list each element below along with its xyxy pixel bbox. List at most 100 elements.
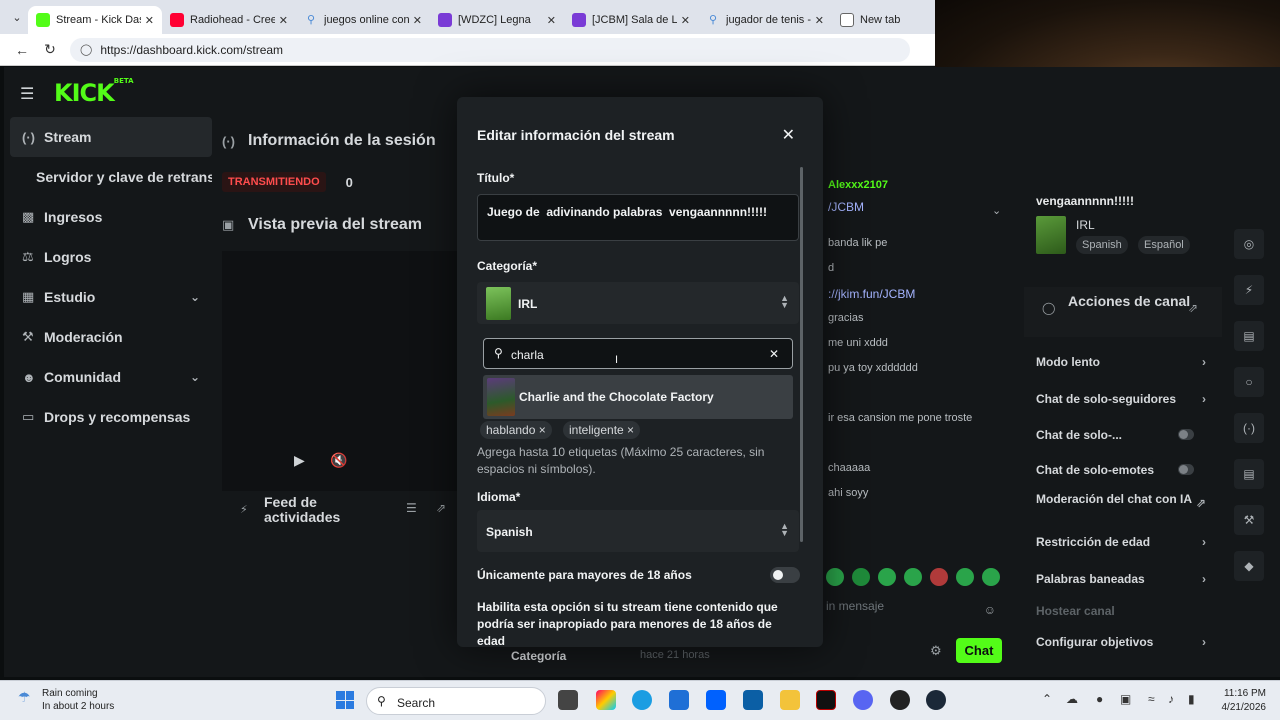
shapes-icon[interactable]: ◆ <box>1234 551 1264 581</box>
store-icon[interactable] <box>669 690 689 710</box>
copilot-icon[interactable] <box>596 690 616 710</box>
kick-app-icon[interactable] <box>816 690 836 710</box>
chat-input[interactable]: in mensaje ☺ <box>822 599 1002 621</box>
tag-chip[interactable]: inteligente × <box>563 421 641 439</box>
action-banned-words[interactable]: Palabras baneadas › <box>1036 572 1206 586</box>
volume-icon[interactable]: ♪ <box>1168 692 1174 706</box>
category-select[interactable]: IRL ▲ ▼ <box>477 282 799 324</box>
action-emotes-only[interactable]: Chat de solo-emotes <box>1036 463 1206 477</box>
action-set-goals[interactable]: Configurar objetivos › <box>1036 635 1206 649</box>
windows-start-icon[interactable] <box>336 691 354 709</box>
emote-icon[interactable] <box>852 568 870 586</box>
sidebar-item-achievements[interactable]: ⚖ Logros <box>10 237 212 277</box>
tab-close-icon[interactable]: ✕ <box>279 14 288 27</box>
category-search-input[interactable]: ⚲ charla ✕ <box>483 338 793 369</box>
url-field[interactable]: ◯ https://dashboard.kick.com/stream <box>70 37 910 62</box>
sidebar-item-drops[interactable]: ▭ Drops y recompensas <box>10 397 212 437</box>
close-icon[interactable]: ✕ <box>782 125 795 145</box>
sidebar-item-community[interactable]: ☻ Comunidad ⌄ <box>10 357 212 397</box>
emote-icon[interactable] <box>904 568 922 586</box>
gear-icon[interactable]: ⚙ <box>930 643 942 659</box>
clear-search-icon[interactable]: ✕ <box>769 347 779 361</box>
toggle-switch[interactable] <box>1178 429 1194 440</box>
file-explorer-icon[interactable] <box>780 690 800 710</box>
action-ai-moderation[interactable]: Moderación del chat con IA ⇗ <box>1036 493 1206 509</box>
tab-close-icon[interactable]: ✕ <box>547 14 556 27</box>
browser-tab[interactable]: [JCBM] Sala de Leg ✕ <box>564 6 698 34</box>
wifi-icon[interactable]: ≈ <box>1148 692 1155 706</box>
tab-close-icon[interactable]: ✕ <box>413 14 422 27</box>
category-search-result[interactable]: Charlie and the Chocolate Factory <box>483 375 793 419</box>
popout-icon[interactable]: ⇗ <box>436 501 446 515</box>
wrench-icon[interactable]: ⚒ <box>1234 505 1264 535</box>
clipboard-icon[interactable]: ▤ <box>1234 321 1264 351</box>
modal-scrollbar[interactable] <box>800 167 803 542</box>
reload-icon[interactable]: ↻ <box>36 41 64 58</box>
tab-close-icon[interactable]: ✕ <box>815 14 824 27</box>
filter-icon[interactable]: ☰ <box>406 501 417 515</box>
tray-app-icon[interactable]: ▣ <box>1120 692 1131 706</box>
edge-icon[interactable] <box>632 690 652 710</box>
tab-list-chevron-icon[interactable]: ⌄ <box>6 11 28 24</box>
signal-icon[interactable]: (·) <box>1234 413 1264 443</box>
sidebar-item-income[interactable]: ▩ Ingresos <box>10 197 212 237</box>
kick-logo[interactable]: KICKBETA <box>54 77 134 107</box>
title-textarea[interactable]: Juego de adivinando palabras vengaannnnn… <box>477 194 799 241</box>
action-slow-mode[interactable]: Modo lento › <box>1036 355 1206 369</box>
external-link-icon: ⇗ <box>1195 496 1206 510</box>
battery-icon[interactable]: ▮ <box>1188 692 1195 706</box>
activity-icon: ⚡ <box>240 504 248 516</box>
sidebar-item-server-key[interactable]: Servidor y clave de retransm <box>10 157 212 197</box>
menu-icon[interactable]: ☰ <box>20 84 40 104</box>
mute-icon[interactable]: 🔇 <box>330 452 347 469</box>
browser-tab[interactable]: New tab <box>832 6 922 34</box>
browser-tab[interactable]: [WDZC] Legna ✕ <box>430 6 564 34</box>
task-view-icon[interactable] <box>558 690 578 710</box>
browser-tab[interactable]: Radiohead - Creep ✕ <box>162 6 296 34</box>
chat-bubble-icon[interactable]: ○ <box>1234 367 1264 397</box>
emote-icon[interactable] <box>826 568 844 586</box>
tag-chip[interactable]: hablando × <box>480 421 552 439</box>
emote-icon[interactable] <box>930 568 948 586</box>
sidebar-item-studio[interactable]: ▦ Estudio ⌄ <box>10 277 212 317</box>
popout-icon[interactable]: ⇗ <box>1188 301 1198 315</box>
emote-icon[interactable] <box>878 568 896 586</box>
lightning-icon[interactable]: ⚡ <box>1234 275 1264 305</box>
tab-close-icon[interactable]: ✕ <box>681 14 690 27</box>
emote-icon[interactable] <box>982 568 1000 586</box>
chat-send-button[interactable]: Chat <box>956 638 1002 663</box>
app-icon[interactable] <box>743 690 763 710</box>
microphone-icon[interactable]: ● <box>1096 692 1103 706</box>
play-icon[interactable]: ▶ <box>294 452 305 469</box>
dropbox-icon[interactable] <box>706 690 726 710</box>
sidebar-item-stream[interactable]: (·) Stream <box>10 117 212 157</box>
back-arrow-icon[interactable]: ← <box>8 42 36 58</box>
adult-only-toggle[interactable] <box>770 567 800 583</box>
sidebar-item-moderation[interactable]: ⚒ Moderación <box>10 317 212 357</box>
language-select[interactable]: Spanish ▲ ▼ <box>477 510 799 552</box>
steam-icon[interactable] <box>926 690 946 710</box>
emoji-icon[interactable]: ☺ <box>984 603 996 617</box>
chevron-down-icon[interactable]: ⌄ <box>992 204 1001 217</box>
chat-message[interactable]: ://jkim.fun/JCBM <box>828 287 915 301</box>
obs-icon[interactable] <box>890 690 910 710</box>
chat-username[interactable]: Alexxx2107 <box>828 179 888 191</box>
tab-close-icon[interactable]: ✕ <box>145 14 154 27</box>
emote-icon[interactable] <box>956 568 974 586</box>
action-subs-only[interactable]: Chat de solo-... <box>1036 428 1206 442</box>
toggle-switch[interactable] <box>1178 464 1194 475</box>
action-followers-only[interactable]: Chat de solo-seguidores › <box>1036 392 1206 406</box>
browser-tab[interactable]: ⚲ juegos online con a ✕ <box>296 6 430 34</box>
taskbar-search[interactable]: ⚲ Search <box>366 687 546 715</box>
discord-icon[interactable] <box>853 690 873 710</box>
action-age-restriction[interactable]: Restricción de edad › <box>1036 535 1206 549</box>
tray-chevron-icon[interactable]: ⌃ <box>1042 692 1052 706</box>
layers-icon[interactable]: ▤ <box>1234 459 1264 489</box>
target-icon[interactable]: ◎ <box>1234 229 1264 259</box>
cloud-icon[interactable]: ☁ <box>1066 692 1078 706</box>
site-info-icon[interactable]: ◯ <box>80 43 92 56</box>
chat-message[interactable]: /JCBM <box>828 200 864 214</box>
browser-tab[interactable]: ⚲ jugador de tenis - S ✕ <box>698 6 832 34</box>
browser-tab[interactable]: Stream - Kick Dashb ✕ <box>28 6 162 34</box>
taskbar-clock[interactable]: 11:16 PM 4/21/2026 <box>1212 687 1267 715</box>
